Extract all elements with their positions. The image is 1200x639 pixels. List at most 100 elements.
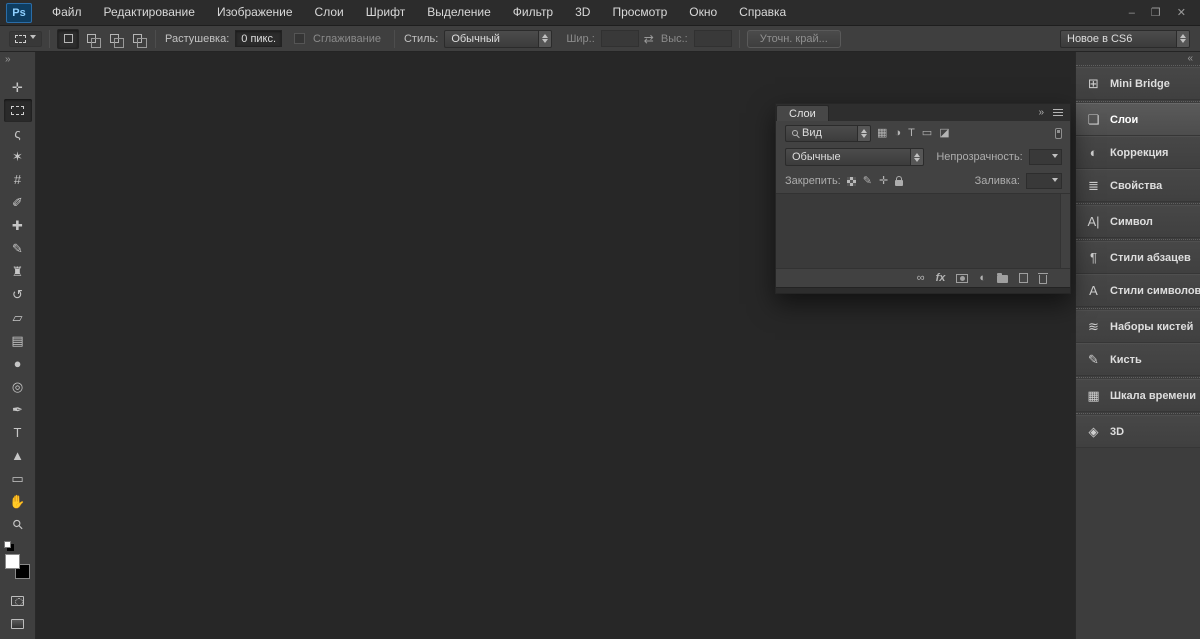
opacity-input[interactable] xyxy=(1028,149,1062,165)
clone-stamp-tool[interactable]: ♜ xyxy=(4,260,32,283)
blend-mode-value: Обычные xyxy=(792,151,841,163)
fill-input[interactable] xyxy=(1026,173,1062,189)
panel-button-layers[interactable]: ❏ Слои xyxy=(1076,103,1200,136)
smart-object-filter-icon[interactable]: ◪ xyxy=(939,127,949,139)
workspace-select[interactable]: Новое в CS6 xyxy=(1060,29,1190,48)
menu-item[interactable]: Файл xyxy=(41,0,93,25)
antialias-checkbox[interactable] xyxy=(294,33,306,44)
refine-edge-button[interactable]: Уточн. край... xyxy=(746,29,841,48)
lock-transparency-icon[interactable] xyxy=(846,176,856,186)
tool-preset-picker[interactable] xyxy=(9,30,42,47)
divider xyxy=(393,29,395,48)
panel-menu-icon[interactable] xyxy=(1053,109,1063,116)
menu-item[interactable]: Просмотр xyxy=(601,0,678,25)
rectangular-marquee-tool[interactable] xyxy=(3,99,32,122)
filter-toggle-icon[interactable] xyxy=(1055,127,1062,139)
filter-type-select[interactable]: Вид xyxy=(785,124,871,142)
shape-filter-icon[interactable]: ▭ xyxy=(922,127,932,139)
eraser-tool[interactable]: ▱ xyxy=(4,306,32,329)
panel-button-timeline[interactable]: ▦ Шкала времени xyxy=(1076,379,1200,412)
gradient-tool-icon: ▤ xyxy=(11,333,24,348)
panel-button-adjustments[interactable]: ◐ Коррекция xyxy=(1076,136,1200,169)
close-button[interactable]: ✕ xyxy=(1177,6,1186,19)
panel-button-properties[interactable]: ≣ Свойства xyxy=(1076,169,1200,202)
layers-list[interactable] xyxy=(776,193,1070,269)
history-brush-tool[interactable]: ↺ xyxy=(4,283,32,306)
menu-item[interactable]: Шрифт xyxy=(355,0,416,25)
menu-item[interactable]: Изображение xyxy=(206,0,304,25)
chevron-down-icon xyxy=(1052,177,1058,185)
add-selection-button[interactable] xyxy=(80,29,102,49)
menu-item[interactable]: Выделение xyxy=(416,0,502,25)
scrollbar[interactable] xyxy=(1060,194,1070,268)
panel-button-brush[interactable]: ✎ Кисть xyxy=(1076,343,1200,376)
layers-tab[interactable]: Слои xyxy=(776,105,829,121)
new-layer-icon[interactable] xyxy=(1019,273,1028,283)
adjustment-layer-icon[interactable]: ◐ xyxy=(979,272,986,284)
quick-selection-tool[interactable]: ✶ xyxy=(4,145,32,168)
hand-tool[interactable]: ✋ xyxy=(4,490,32,513)
panel-resize-handle[interactable] xyxy=(776,287,1070,293)
menu-item[interactable]: Окно xyxy=(678,0,728,25)
healing-brush-tool[interactable]: ✚ xyxy=(4,214,32,237)
add-mask-icon[interactable] xyxy=(956,273,969,283)
feather-input[interactable]: 0 пикс. xyxy=(235,30,283,47)
menu-item[interactable]: Фильтр xyxy=(502,0,564,25)
layer-group-icon[interactable] xyxy=(997,273,1008,283)
intersect-selection-button[interactable] xyxy=(126,29,148,49)
restore-button[interactable]: ❐ xyxy=(1151,6,1161,19)
pen-tool[interactable]: ✒ xyxy=(4,398,32,421)
layer-effects-icon[interactable]: fx xyxy=(936,272,946,284)
quick-mask-button[interactable] xyxy=(4,589,32,612)
height-input[interactable] xyxy=(693,30,732,47)
path-selection-tool-icon: ▲ xyxy=(11,448,24,463)
minimize-button[interactable]: – xyxy=(1129,7,1135,19)
width-input[interactable] xyxy=(600,30,639,47)
zoom-tool[interactable]: ⚲ xyxy=(4,513,32,536)
menu-item[interactable]: Справка xyxy=(728,0,797,25)
link-layers-icon[interactable]: ∞ xyxy=(917,272,925,284)
eyedropper-tool[interactable]: ✐ xyxy=(4,191,32,214)
panel-button-character[interactable]: A| Символ xyxy=(1076,205,1200,238)
selection-mode-group xyxy=(57,28,148,49)
lasso-tool[interactable]: ς xyxy=(4,122,32,145)
rectangle-tool[interactable]: ▭ xyxy=(4,467,32,490)
lock-all-icon[interactable] xyxy=(895,176,904,186)
panel-button-layers-icon: ❏ xyxy=(1087,111,1100,127)
swap-dimensions-icon[interactable]: ⇄ xyxy=(644,32,654,46)
dock-group: ❏ Слои ◐ Коррекция ≣ Свойства xyxy=(1076,101,1200,203)
default-colors-icon[interactable] xyxy=(3,541,11,548)
window-controls: – ❐ ✕ xyxy=(1129,6,1200,20)
menu-item[interactable]: Редактирование xyxy=(93,0,206,25)
collapse-panel-icon[interactable]: » xyxy=(1038,107,1044,118)
panel-button-3d[interactable]: ◈ 3D xyxy=(1076,415,1200,448)
foreground-color-swatch[interactable] xyxy=(4,554,20,569)
move-tool[interactable]: ✛ xyxy=(4,76,32,99)
style-select[interactable]: Обычный xyxy=(444,29,553,48)
toolbox-expand-button[interactable]: » xyxy=(0,52,35,66)
panel-button-character-styles[interactable]: A Стили символов xyxy=(1076,274,1200,307)
blur-tool[interactable]: ● xyxy=(4,352,32,375)
brush-tool[interactable]: ✎ xyxy=(4,237,32,260)
lock-pixels-icon[interactable]: ✎ xyxy=(863,175,872,187)
lock-position-icon[interactable]: ✛ xyxy=(879,175,888,187)
delete-layer-icon[interactable] xyxy=(1038,272,1048,284)
new-selection-button[interactable] xyxy=(57,28,79,49)
menu-item[interactable]: Слои xyxy=(304,0,355,25)
panel-button-brush-presets[interactable]: ≋ Наборы кистей xyxy=(1076,310,1200,343)
crop-tool[interactable]: # xyxy=(4,168,32,191)
screen-mode-button[interactable] xyxy=(4,612,32,635)
path-selection-tool[interactable]: ▲ xyxy=(4,444,32,467)
gradient-tool[interactable]: ▤ xyxy=(4,329,32,352)
panel-button-mini-bridge[interactable]: ⊞ Mini Bridge xyxy=(1076,67,1200,100)
dock-collapse-button[interactable]: « xyxy=(1076,52,1200,65)
dodge-tool[interactable]: ◎ xyxy=(4,375,32,398)
subtract-selection-button[interactable] xyxy=(103,29,125,49)
type-filter-icon[interactable]: T xyxy=(908,127,915,139)
menu-item[interactable]: 3D xyxy=(564,0,601,25)
adjustment-filter-icon[interactable]: ◑ xyxy=(894,127,901,139)
blend-mode-select[interactable]: Обычные xyxy=(785,148,925,166)
pixel-filter-icon[interactable]: ▦ xyxy=(877,127,887,139)
panel-button-paragraph-styles[interactable]: ¶ Стили абзацев xyxy=(1076,241,1200,274)
type-tool[interactable]: T xyxy=(4,421,32,444)
